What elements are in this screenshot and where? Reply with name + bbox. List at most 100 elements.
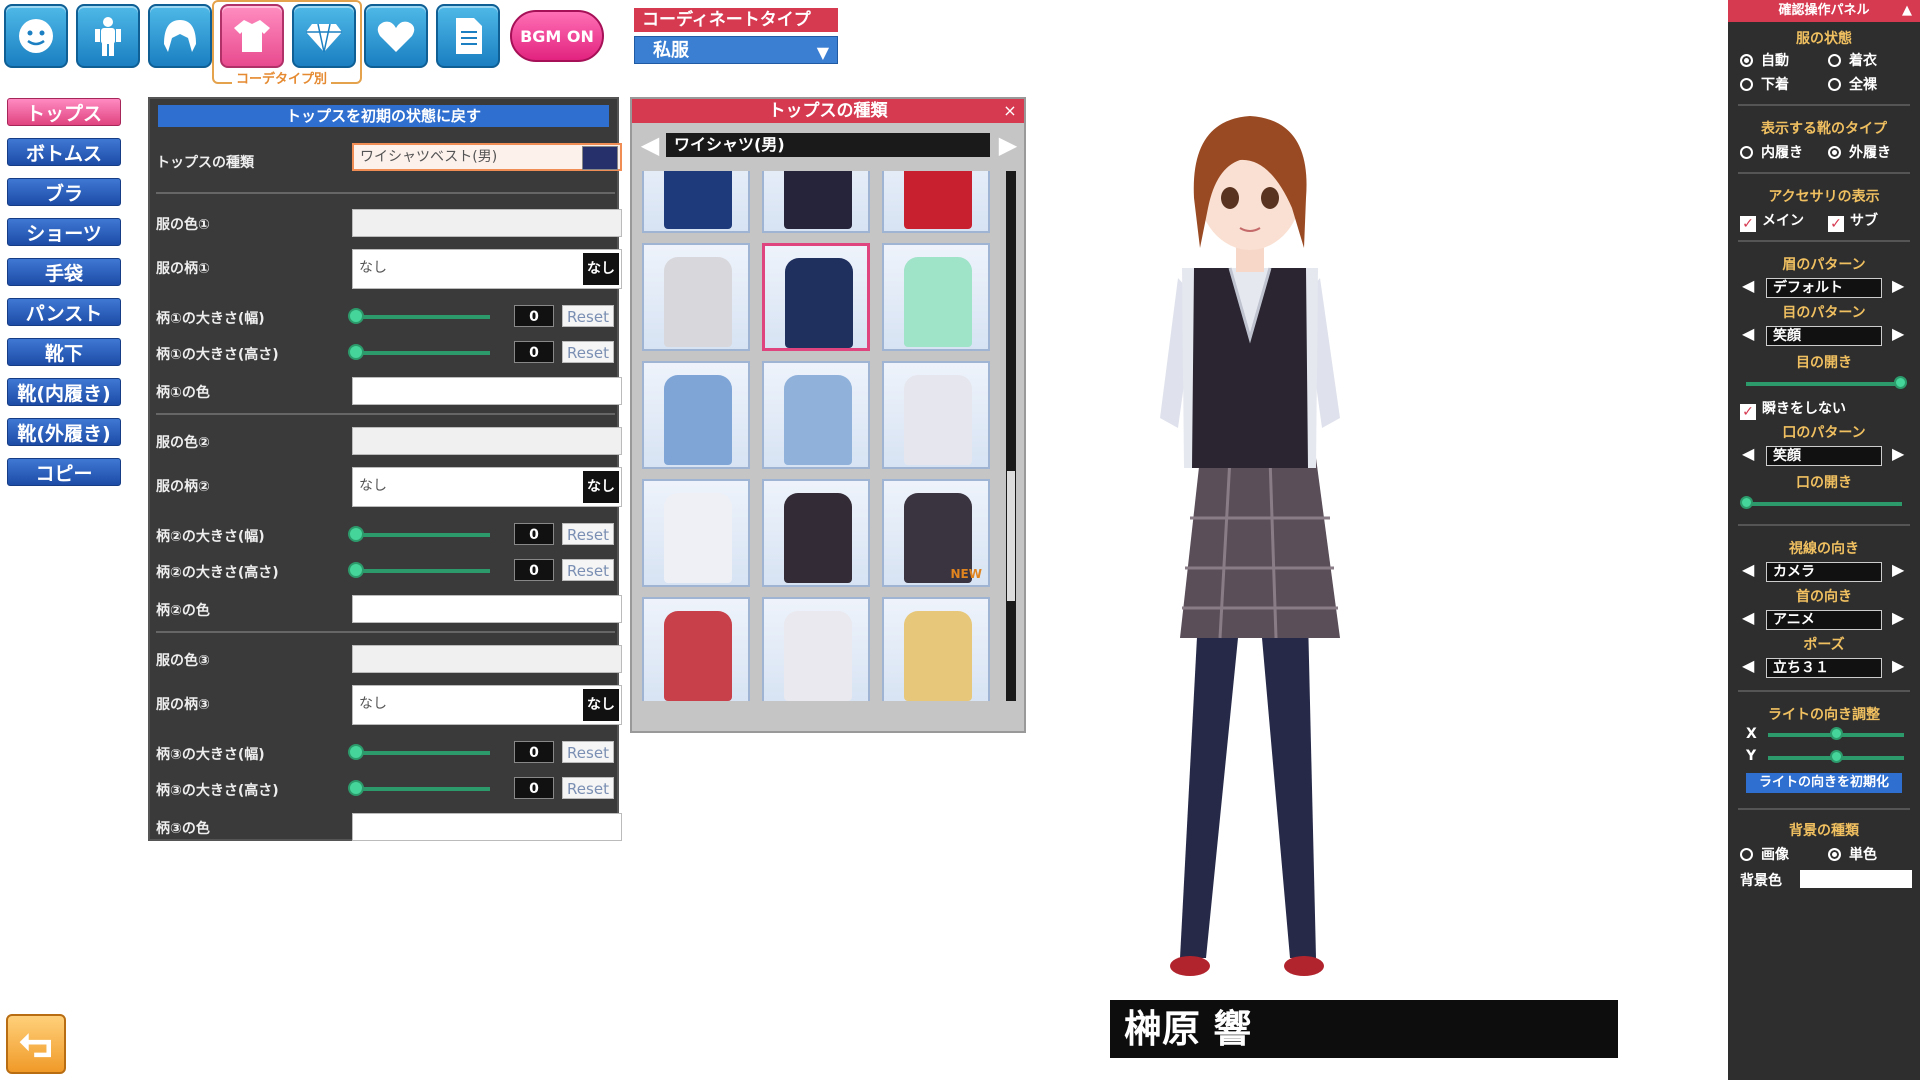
pattern2-none-button[interactable]: なし [583,471,619,503]
p3h-slider[interactable] [354,787,490,791]
p2w-slider[interactable] [354,533,490,537]
shoe-outdoor-radio[interactable]: 外履き [1828,142,1891,162]
p3w-reset-button[interactable]: Reset [562,741,614,763]
p1w-slider-knob[interactable] [348,308,364,324]
tops-type-field[interactable]: ワイシャツベスト(男) [352,143,622,171]
p3h-value[interactable]: 0 [514,777,554,799]
category-shoes-indoor[interactable]: 靴(内履き) [7,378,121,406]
document-icon[interactable] [436,4,500,68]
accessory-main-checkbox[interactable]: ✓ メイン [1740,210,1804,232]
shoe-indoor-radio[interactable]: 内履き [1740,142,1803,162]
chevron-left-icon[interactable]: ◀ [1742,560,1754,579]
p1w-value[interactable]: 0 [514,305,554,327]
category-pantyhose[interactable]: パンスト [7,298,121,326]
chevron-right-icon[interactable]: ▶ [1892,560,1904,579]
category-gloves[interactable]: 手袋 [7,258,121,286]
chevron-right-icon[interactable]: ▶ [996,131,1020,159]
p3h-reset-button[interactable]: Reset [562,777,614,799]
light-reset-button[interactable]: ライトの向きを初期化 [1746,773,1902,793]
chevron-left-icon[interactable]: ◀ [1742,444,1754,463]
p2c-swatch[interactable] [352,595,622,623]
bg-image-radio[interactable]: 画像 [1740,844,1789,864]
tops-item[interactable] [882,243,990,351]
color1-swatch[interactable] [352,209,622,237]
scrollbar-thumb[interactable] [1007,471,1015,601]
p2h-reset-button[interactable]: Reset [562,559,614,581]
tops-item[interactable]: NEW [882,479,990,587]
tops-item[interactable] [882,171,990,233]
chevron-left-icon[interactable]: ◀ [1742,324,1754,343]
eye-open-slider-knob[interactable] [1894,376,1907,389]
pattern1-none-button[interactable]: なし [583,253,619,285]
cloth-underwear-radio[interactable]: 下着 [1740,74,1789,94]
tops-item[interactable] [642,171,750,233]
heart-icon[interactable] [364,4,428,68]
chevron-left-icon[interactable]: ◀ [638,131,662,159]
p2h-slider-knob[interactable] [348,562,364,578]
p1h-slider[interactable] [354,351,490,355]
pattern1-field[interactable]: なし なし [352,249,622,289]
chevron-right-icon[interactable]: ▶ [1892,656,1904,675]
category-tops[interactable]: トップス [7,98,121,126]
pattern3-field[interactable]: なし なし [352,685,622,725]
cloth-auto-radio[interactable]: 自動 [1740,50,1789,70]
p2h-value[interactable]: 0 [514,559,554,581]
picker-scrollbar[interactable] [1006,171,1016,701]
category-socks[interactable]: 靴下 [7,338,121,366]
bg-solid-radio[interactable]: 単色 [1828,844,1877,864]
p1h-value[interactable]: 0 [514,341,554,363]
tops-item[interactable] [642,479,750,587]
p3w-slider[interactable] [354,751,490,755]
tops-item[interactable] [882,361,990,469]
p3w-value[interactable]: 0 [514,741,554,763]
category-bottoms[interactable]: ボトムス [7,138,121,166]
category-shoes-outdoor[interactable]: 靴(外履き) [7,418,121,446]
color2-swatch[interactable] [352,427,622,455]
mouth-open-slider-knob[interactable] [1740,496,1753,509]
tops-item[interactable] [882,597,990,701]
cloth-nude-radio[interactable]: 全裸 [1828,74,1877,94]
p1h-slider-knob[interactable] [348,344,364,360]
p2h-slider[interactable] [354,569,490,573]
p1c-swatch[interactable] [352,377,622,405]
collapse-icon[interactable]: ▲ [1902,0,1912,22]
tops-item[interactable] [762,171,870,233]
no-blink-checkbox[interactable]: ✓ 瞬きをしない [1740,398,1846,420]
tops-item[interactable] [642,361,750,469]
p2w-slider-knob[interactable] [348,526,364,542]
mouth-open-slider[interactable] [1746,502,1902,506]
body-icon[interactable] [76,4,140,68]
chevron-right-icon[interactable]: ▶ [1892,276,1904,295]
pattern3-none-button[interactable]: なし [583,689,619,721]
chevron-right-icon[interactable]: ▶ [1892,444,1904,463]
tops-item[interactable] [642,243,750,351]
accessory-sub-checkbox[interactable]: ✓ サブ [1828,210,1878,232]
tops-item-selected[interactable] [762,243,870,351]
back-button[interactable] [6,1014,66,1074]
chevron-right-icon[interactable]: ▶ [1892,324,1904,343]
tops-item[interactable] [762,361,870,469]
tops-item[interactable] [762,597,870,701]
bg-color-swatch[interactable] [1800,870,1912,888]
coordinate-type-select[interactable]: 私服 ▼ [634,36,838,64]
color3-swatch[interactable] [352,645,622,673]
p2w-reset-button[interactable]: Reset [562,523,614,545]
light-y-slider-knob[interactable] [1830,750,1843,763]
p1w-slider[interactable] [354,315,490,319]
pattern2-field[interactable]: なし なし [352,467,622,507]
cloth-dressed-radio[interactable]: 着衣 [1828,50,1877,70]
p3c-swatch[interactable] [352,813,622,841]
p1h-reset-button[interactable]: Reset [562,341,614,363]
close-icon[interactable]: × [1000,99,1020,123]
tops-item[interactable] [762,479,870,587]
p3w-slider-knob[interactable] [348,744,364,760]
eye-open-slider[interactable] [1746,382,1902,386]
panel-title[interactable]: 確認操作パネル ▲ [1728,0,1920,22]
p3h-slider-knob[interactable] [348,780,364,796]
p1w-reset-button[interactable]: Reset [562,305,614,327]
light-x-slider-knob[interactable] [1830,727,1843,740]
category-bra[interactable]: ブラ [7,178,121,206]
bgm-toggle-button[interactable]: BGM ON [510,10,604,62]
chevron-left-icon[interactable]: ◀ [1742,608,1754,627]
reset-tops-button[interactable]: トップスを初期の状態に戻す [158,105,609,127]
